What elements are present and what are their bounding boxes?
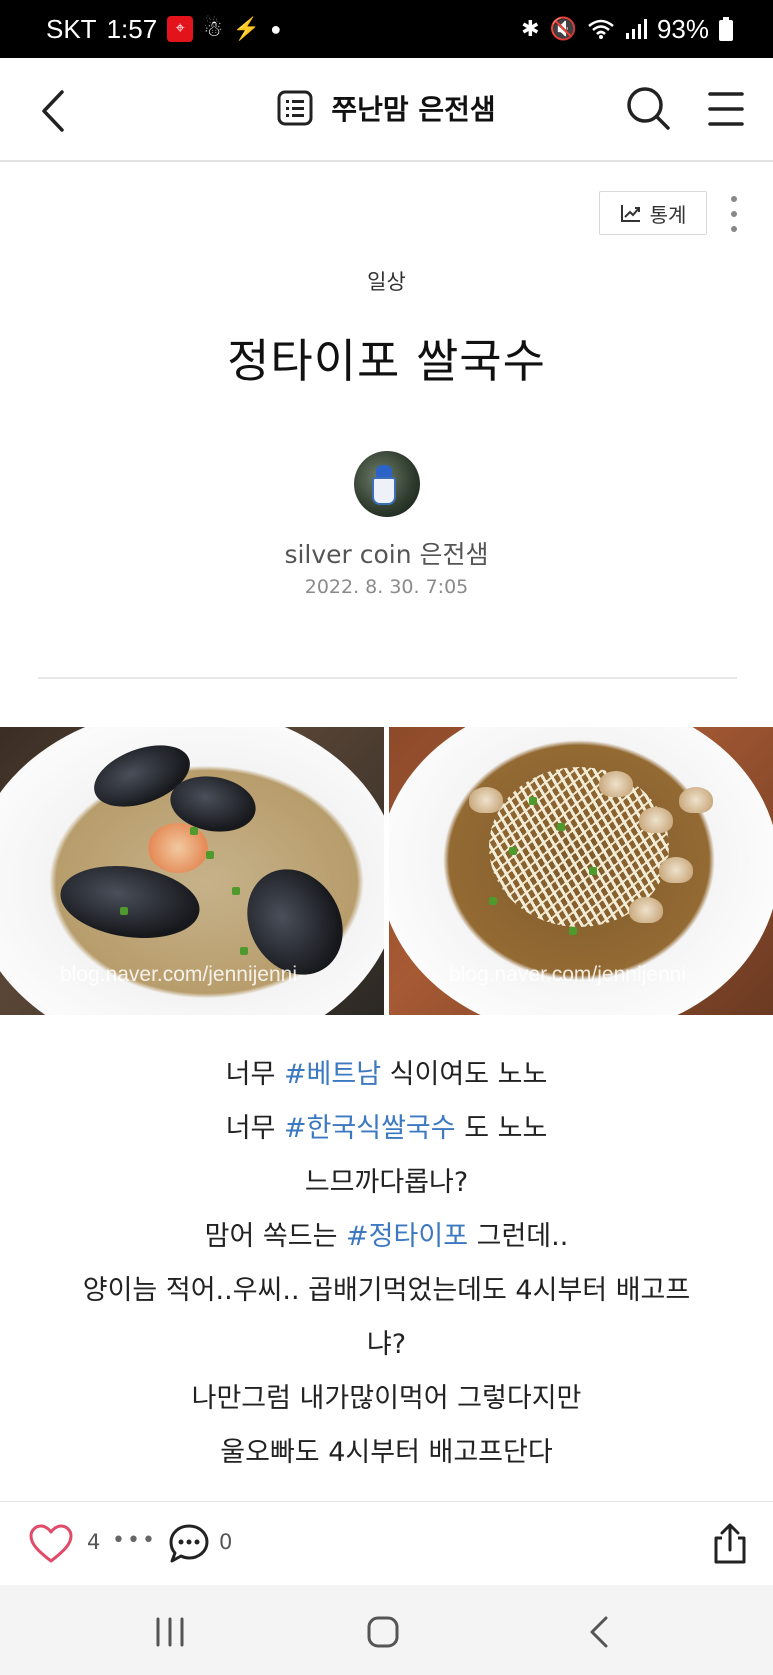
post-date: 2022. 8. 30. 7:05 xyxy=(304,576,469,598)
app-header: 쭈난맘 은전샘 xyxy=(0,58,773,162)
stats-label: 통계 xyxy=(649,202,687,227)
carrier-label: SKT xyxy=(46,13,97,44)
mushroom-noodle-photo[interactable]: blog.naver.com/jennijenni xyxy=(389,727,773,1015)
comment-count: 0 xyxy=(219,1530,233,1554)
likers-more-button[interactable]: ••• xyxy=(112,1528,157,1553)
battery-label: 93% xyxy=(656,13,709,44)
wifi-icon xyxy=(588,19,614,39)
more-options-icon[interactable] xyxy=(722,196,746,232)
bluetooth-icon: ✱ xyxy=(521,16,540,41)
recent-apps-icon[interactable] xyxy=(152,1617,188,1647)
post-category[interactable]: 일상 xyxy=(0,266,773,296)
battery-icon xyxy=(719,17,733,41)
hashtag-link[interactable]: #정타이포 xyxy=(346,1221,468,1252)
body-line: 느므까다롭나? xyxy=(304,1167,469,1198)
signal-icon xyxy=(625,19,647,39)
author-name[interactable]: silver coin 은전샘 xyxy=(0,535,773,571)
post-body: 너무 #베트남 식이여도 노노 너무 #한국식쌀국수 도 노노 느므까다롭나? … xyxy=(0,1048,773,1480)
hashtag-link[interactable]: #베트남 xyxy=(284,1059,381,1090)
heart-icon[interactable] xyxy=(28,1523,74,1565)
mute-icon: 🔇 xyxy=(549,16,577,41)
home-icon[interactable] xyxy=(366,1615,400,1649)
system-nav-bar xyxy=(0,1585,773,1675)
chart-icon xyxy=(620,205,640,222)
app-icon: ⚡ xyxy=(232,16,261,41)
action-bar: 4 ••• 0 xyxy=(0,1501,773,1585)
search-icon[interactable] xyxy=(624,84,672,134)
photo-watermark: blog.naver.com/jennijenni xyxy=(449,963,686,986)
photo-watermark: blog.naver.com/jennijenni xyxy=(60,963,297,986)
stats-button[interactable]: 통계 xyxy=(599,191,707,235)
body-line: 나만그럼 내가많이먹어 그렇다지만 xyxy=(191,1383,582,1414)
avatar[interactable] xyxy=(354,451,420,517)
body-line: 울오빠도 4시부터 배고프단다 xyxy=(220,1437,553,1468)
hashtag-link[interactable]: #한국식쌀국수 xyxy=(284,1113,456,1144)
red-app-icon: ⌖ xyxy=(167,16,194,42)
body-line: 너무 #베트남 식이여도 노노 xyxy=(225,1059,548,1090)
body-line: 냐? xyxy=(366,1329,407,1360)
body-line: 너무 #한국식쌀국수 도 노노 xyxy=(225,1113,548,1144)
snapchat-icon: ☃ xyxy=(203,16,223,41)
like-count: 4 xyxy=(87,1530,101,1554)
body-line: 양이늠 적어..우씨.. 곱배기먹었는데도 4시부터 배고프 xyxy=(82,1275,691,1306)
share-icon[interactable] xyxy=(710,1522,750,1566)
status-left: SKT 1:57 ⌖ ☃ ⚡ ● xyxy=(46,14,281,45)
post-title: 정타이포 쌀국수 xyxy=(227,334,546,388)
comment-icon[interactable] xyxy=(167,1522,211,1566)
divider xyxy=(38,677,737,679)
photo-row: blog.naver.com/jennijenni blog.naver.com… xyxy=(0,727,773,1015)
nav-back-icon[interactable] xyxy=(586,1615,612,1649)
menu-icon[interactable] xyxy=(706,86,746,132)
status-bar: SKT 1:57 ⌖ ☃ ⚡ ● ✱ 🔇 93% xyxy=(0,0,773,58)
seafood-noodle-photo[interactable]: blog.naver.com/jennijenni xyxy=(0,727,384,1015)
dot-icon: ● xyxy=(270,18,282,39)
status-right: ✱ 🔇 93% xyxy=(521,14,733,45)
list-icon xyxy=(277,90,313,126)
body-line: 맘어 쏙드는 #정타이포 그런데.. xyxy=(204,1221,569,1252)
blog-title: 쭈난맘 은전샘 xyxy=(331,93,496,126)
time-label: 1:57 xyxy=(106,13,158,44)
